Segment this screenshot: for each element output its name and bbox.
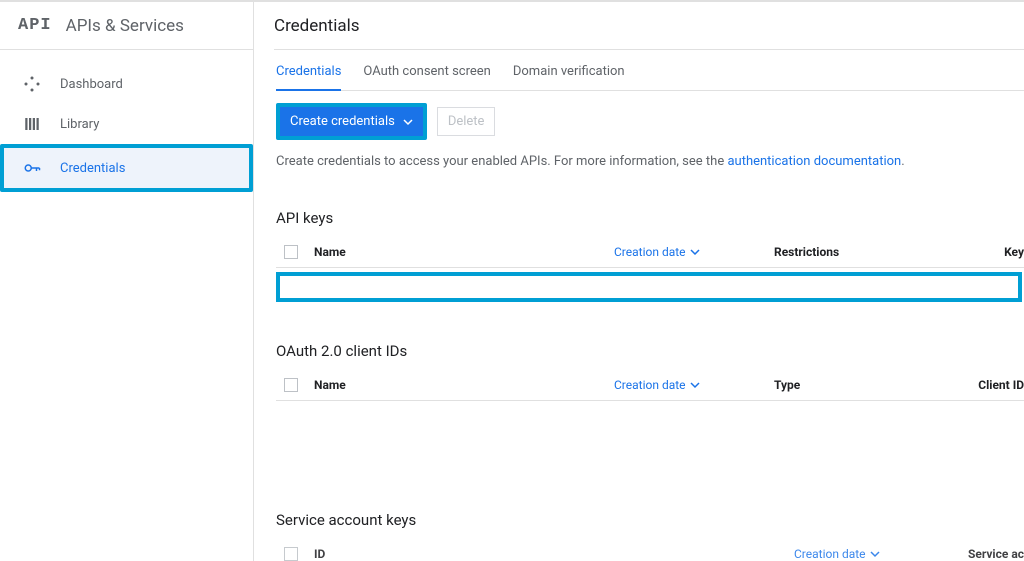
col-restrictions[interactable]: Restrictions	[774, 245, 934, 259]
tab-credentials[interactable]: Credentials	[276, 64, 341, 91]
sidebar-item-credentials[interactable]: Credentials	[4, 148, 249, 188]
col-creation-date[interactable]: Creation date	[614, 378, 774, 392]
select-all-checkbox[interactable]	[284, 547, 298, 561]
col-type[interactable]: Type	[774, 378, 934, 392]
select-all-checkbox[interactable]	[284, 245, 298, 259]
auth-doc-link[interactable]: authentication documentation	[727, 154, 901, 169]
sidebar-item-label: Library	[60, 117, 99, 132]
col-name[interactable]: Name	[314, 245, 614, 259]
info-text: Create credentials to access your enable…	[276, 154, 1024, 169]
chevron-down-icon	[690, 380, 700, 390]
col-id[interactable]: ID	[314, 547, 794, 561]
sidebar: API APIs & Services Dashboard Library	[0, 2, 254, 561]
col-creation-date[interactable]: Creation date	[794, 547, 954, 561]
select-all-checkbox[interactable]	[284, 378, 298, 392]
main-content: Credentials Credentials OAuth consent sc…	[254, 2, 1024, 561]
create-credentials-button[interactable]: Create credentials	[280, 107, 423, 136]
tab-oauth-consent[interactable]: OAuth consent screen	[363, 64, 490, 90]
highlight-api-key-row	[276, 272, 1022, 302]
create-credentials-label: Create credentials	[290, 114, 395, 129]
col-name[interactable]: Name	[314, 378, 614, 392]
library-icon	[22, 114, 42, 134]
chevron-down-icon	[870, 549, 880, 559]
oauth-table-header: Name Creation date Type Client ID	[276, 372, 1024, 401]
tabs: Credentials OAuth consent screen Domain …	[276, 64, 1024, 91]
sidebar-item-label: Dashboard	[60, 77, 123, 92]
svc-table-header: ID Creation date Service ac	[276, 541, 1024, 561]
highlight-create-button: Create credentials	[276, 103, 427, 140]
product-title: APIs & Services	[66, 16, 184, 36]
tab-domain-verification[interactable]: Domain verification	[513, 64, 625, 90]
col-key[interactable]: Key	[934, 245, 1024, 259]
service-account-keys-heading: Service account keys	[276, 511, 1024, 529]
page-title: Credentials	[274, 16, 360, 36]
api-keys-heading: API keys	[276, 209, 1024, 227]
api-keys-table-header: Name Creation date Restrictions Key	[276, 239, 1024, 268]
chevron-down-icon	[403, 117, 413, 127]
highlight-credentials-nav: Credentials	[0, 144, 253, 192]
dashboard-icon	[22, 74, 42, 94]
col-client-id[interactable]: Client ID	[934, 378, 1024, 392]
sidebar-item-label: Credentials	[60, 161, 125, 176]
product-logo: API	[18, 16, 52, 35]
col-creation-date[interactable]: Creation date	[614, 245, 774, 259]
delete-button[interactable]: Delete	[437, 107, 496, 136]
chevron-down-icon	[690, 247, 700, 257]
product-header: API APIs & Services	[0, 2, 253, 50]
key-icon	[22, 158, 42, 178]
oauth-client-ids-heading: OAuth 2.0 client IDs	[276, 342, 1024, 360]
col-service-account[interactable]: Service ac	[954, 547, 1024, 561]
sidebar-item-library[interactable]: Library	[0, 104, 253, 144]
sidebar-item-dashboard[interactable]: Dashboard	[0, 64, 253, 104]
